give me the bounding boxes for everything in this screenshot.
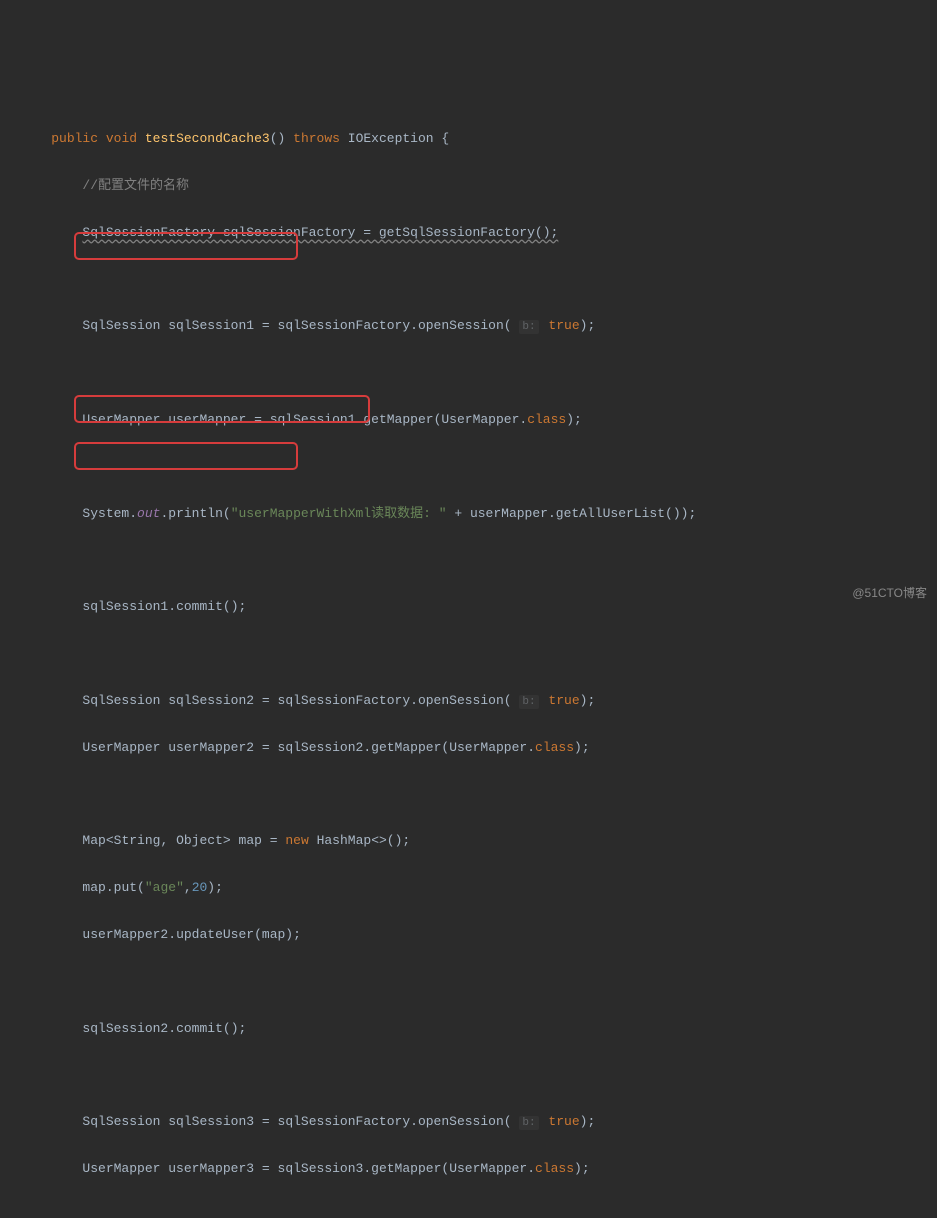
code-line: Map<String, Object> map = new HashMap<>(… [20, 829, 937, 852]
code-line: UserMapper userMapper2 = sqlSession2.get… [20, 736, 937, 759]
code-line: UserMapper userMapper = sqlSession1.getM… [20, 408, 937, 431]
code-line: System.out.println("userMapperWithXml读取数… [20, 502, 937, 525]
param-hint: b: [519, 695, 538, 709]
keyword-void: void [106, 131, 137, 146]
code-line [20, 267, 937, 290]
code-line: SqlSession sqlSession2 = sqlSessionFacto… [20, 689, 937, 713]
warning-underline: SqlSessionFactory sqlSessionFactory = ge… [82, 225, 558, 240]
code-line: sqlSession2.commit(); [20, 1017, 937, 1040]
code-line [20, 548, 937, 571]
code-line: UserMapper userMapper3 = sqlSession3.get… [20, 1157, 937, 1180]
code-line [20, 783, 937, 806]
watermark: @51CTO博客 [852, 583, 927, 605]
code-line [20, 970, 937, 993]
code-line: sqlSession1.commit(); [20, 595, 937, 618]
method-name: testSecondCache3 [145, 131, 270, 146]
code-line: public void testSecondCache3() throws IO… [20, 127, 937, 150]
code-line: //配置文件的名称 [20, 174, 937, 197]
code-line [20, 361, 937, 384]
keyword-throws: throws [293, 131, 340, 146]
code-line [20, 1063, 937, 1086]
code-line: SqlSession sqlSession3 = sqlSessionFacto… [20, 1110, 937, 1134]
comment: //配置文件的名称 [82, 178, 189, 193]
type-ioexception: IOException [348, 131, 434, 146]
keyword-public: public [51, 131, 98, 146]
code-line: SqlSession sqlSession1 = sqlSessionFacto… [20, 314, 937, 338]
code-line [20, 1204, 937, 1218]
code-line: userMapper2.updateUser(map); [20, 923, 937, 946]
param-hint: b: [519, 320, 538, 334]
param-hint: b: [519, 1116, 538, 1130]
code-line: SqlSessionFactory sqlSessionFactory = ge… [20, 221, 937, 244]
code-block: public void testSecondCache3() throws IO… [20, 104, 937, 1218]
code-line [20, 455, 937, 478]
code-line [20, 642, 937, 665]
code-line: map.put("age",20); [20, 876, 937, 899]
